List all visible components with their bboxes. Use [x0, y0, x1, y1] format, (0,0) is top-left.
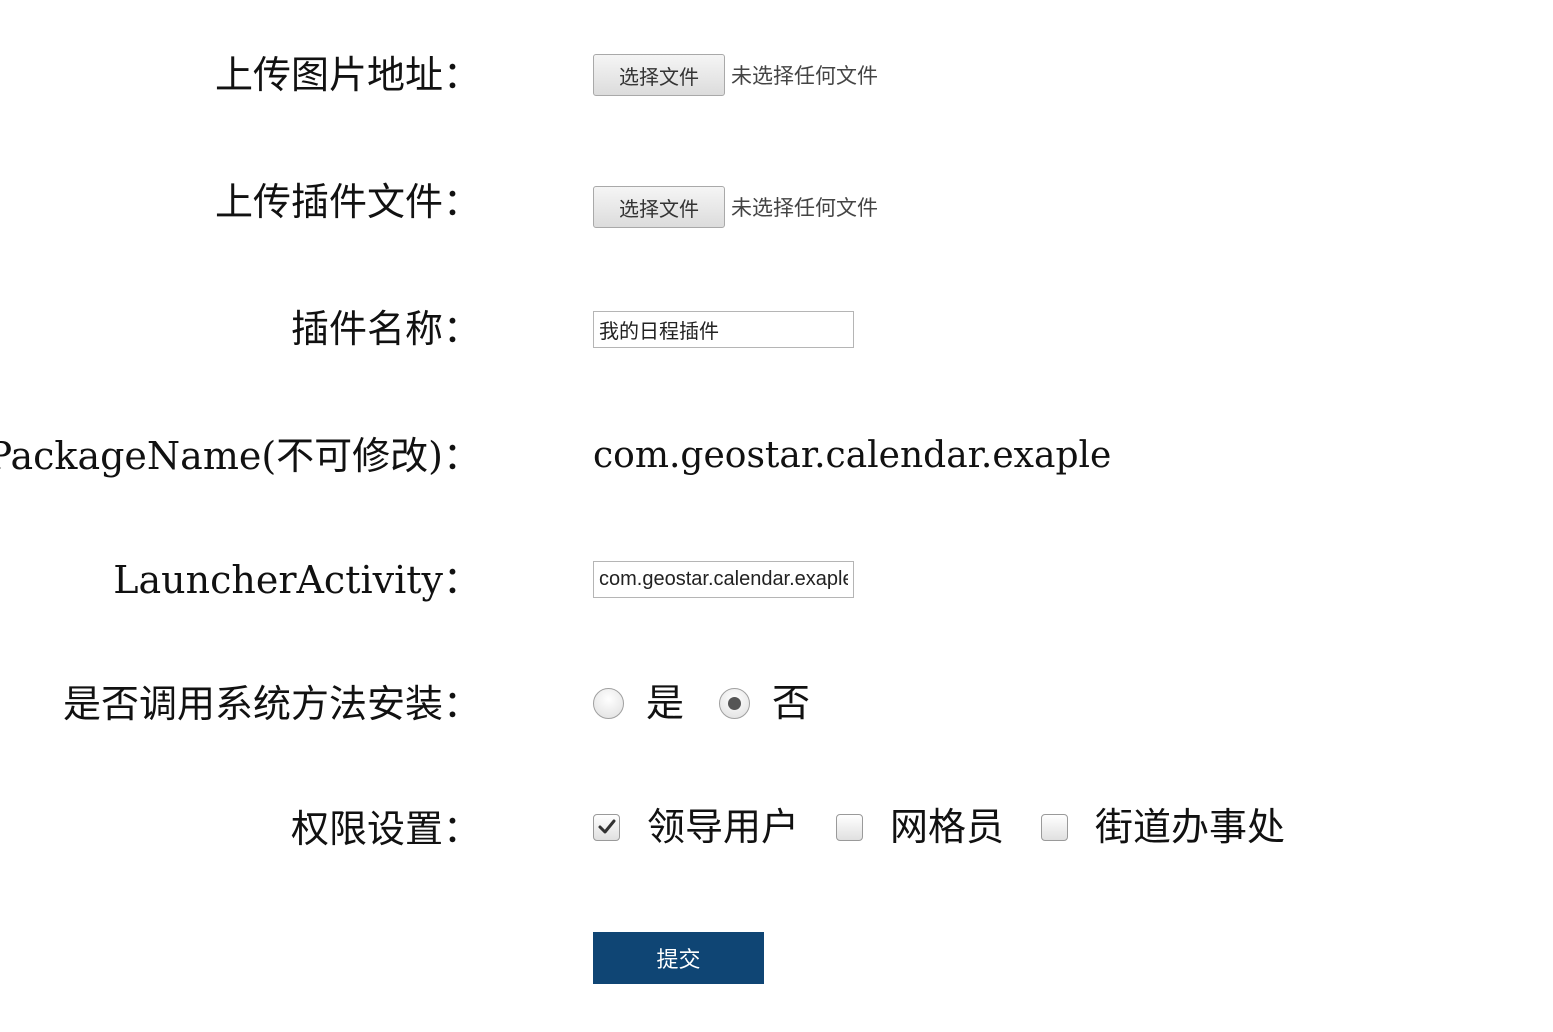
- install-no-label: 否: [772, 681, 811, 725]
- radio-selected-dot: [728, 696, 742, 710]
- plugin-upload-label: 上传插件文件：: [214, 180, 481, 224]
- plugin-file-status: 未选择任何文件: [731, 196, 878, 220]
- launcher-activity-input[interactable]: [593, 561, 854, 598]
- street-office-checkbox[interactable]: [1041, 813, 1069, 841]
- street-office-label: 街道办事处: [1095, 805, 1286, 849]
- permissions-label: 权限设置：: [290, 807, 481, 851]
- leader-user-label: 领导用户: [647, 805, 800, 849]
- grid-member-checkbox[interactable]: [836, 813, 864, 841]
- leader-user-checkbox[interactable]: [593, 813, 620, 841]
- checkmark-icon: [598, 819, 615, 834]
- image-upload-control: 选择文件 未选择任何文件: [593, 54, 878, 96]
- install-yes-radio[interactable]: [593, 687, 624, 719]
- plugin-choose-file-button[interactable]: 选择文件: [593, 186, 725, 228]
- package-name-label: PackageName(不可修改)：: [0, 434, 481, 478]
- install-no-radio[interactable]: [719, 687, 751, 719]
- system-install-options: 是 否: [593, 679, 810, 727]
- plugin-name-input[interactable]: [593, 311, 854, 348]
- image-choose-file-button[interactable]: 选择文件: [593, 54, 725, 96]
- grid-member-label: 网格员: [890, 805, 1005, 849]
- plugin-name-label: 插件名称：: [290, 307, 481, 351]
- submit-button[interactable]: 提交: [593, 932, 764, 984]
- install-yes-label: 是: [646, 681, 685, 725]
- package-name-value: com.geostar.calendar.exaple: [593, 435, 1112, 476]
- system-install-label: 是否调用系统方法安装：: [62, 682, 481, 726]
- launcher-activity-label: LauncherActivity：: [113, 558, 481, 602]
- permissions-options: 领导用户 网格员 街道办事处: [593, 803, 1285, 851]
- image-file-status: 未选择任何文件: [731, 64, 878, 88]
- image-upload-label: 上传图片地址：: [214, 53, 481, 97]
- plugin-upload-control: 选择文件 未选择任何文件: [593, 186, 878, 228]
